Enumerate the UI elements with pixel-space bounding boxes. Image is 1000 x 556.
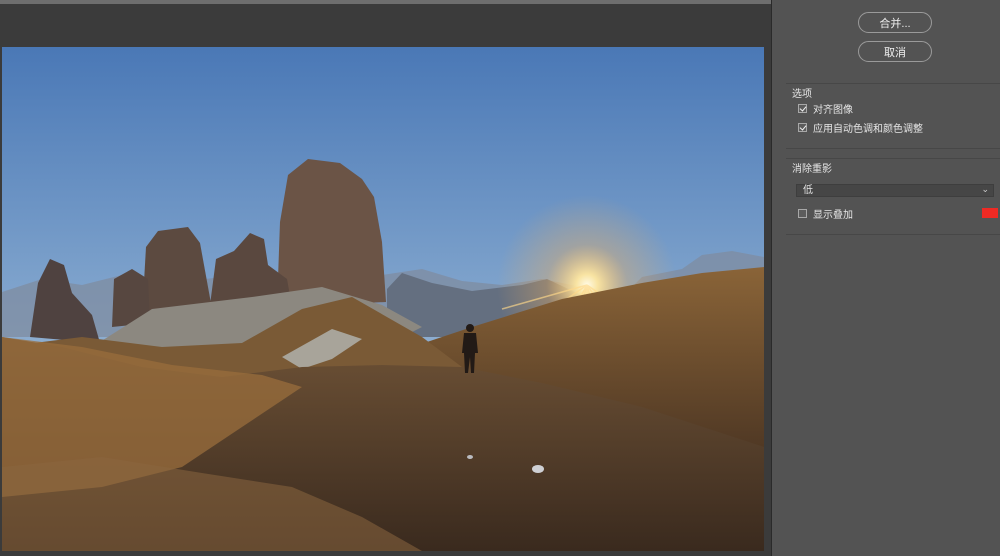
- merge-button[interactable]: 合并...: [858, 12, 932, 33]
- overlay-color-swatch[interactable]: [982, 208, 998, 218]
- cancel-button[interactable]: 取消: [858, 41, 932, 62]
- show-overlay-checkbox[interactable]: [798, 208, 807, 218]
- ghost-removal-title: 消除重影: [792, 164, 832, 175]
- align-images-option[interactable]: 对齐图像: [798, 101, 853, 116]
- show-overlay-label: 显示叠加: [813, 209, 853, 221]
- preview-area: [0, 0, 772, 556]
- section-divider: [786, 83, 1000, 84]
- chevron-down-icon: ⌄: [981, 185, 989, 195]
- preview-image: [2, 47, 764, 551]
- ghost-level-value: 低: [803, 185, 813, 196]
- landscape-photo: [2, 47, 764, 551]
- align-images-label: 对齐图像: [813, 104, 853, 116]
- auto-tone-option[interactable]: 应用自动色调和颜色调整: [798, 120, 923, 135]
- section-divider: [786, 158, 1000, 159]
- ghost-removal-section: 消除重影 低 ⌄ 显示叠加: [786, 158, 1000, 236]
- section-divider: [786, 234, 1000, 235]
- auto-tone-checkbox[interactable]: [798, 122, 807, 132]
- options-panel: 合并... 取消 选项 对齐图像 应用自动色调和颜色调整 消除重影 低 ⌄ 显示…: [772, 0, 1000, 556]
- align-images-checkbox[interactable]: [798, 103, 807, 113]
- ghost-level-select[interactable]: 低 ⌄: [796, 184, 994, 197]
- options-section-title: 选项: [792, 89, 812, 100]
- show-overlay-option[interactable]: 显示叠加: [798, 206, 853, 221]
- options-section: 选项 对齐图像 应用自动色调和颜色调整: [786, 83, 1000, 149]
- preview-top-border: [0, 0, 772, 4]
- section-divider: [786, 148, 1000, 149]
- auto-tone-label: 应用自动色调和颜色调整: [813, 123, 923, 135]
- hdr-merge-dialog: 合并... 取消 选项 对齐图像 应用自动色调和颜色调整 消除重影 低 ⌄ 显示…: [0, 0, 1000, 556]
